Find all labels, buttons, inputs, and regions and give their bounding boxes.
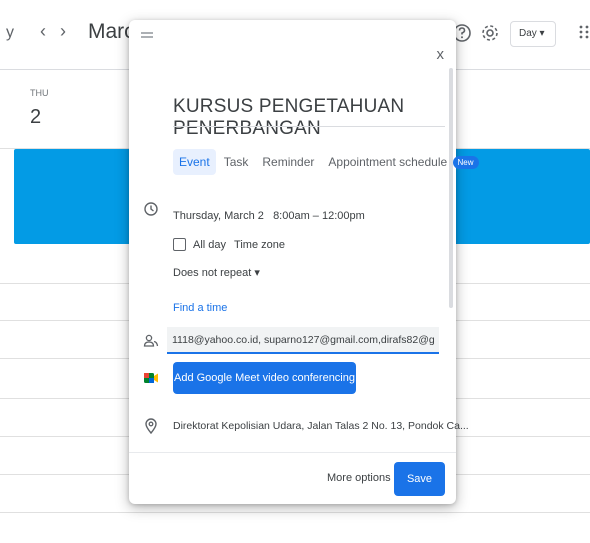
event-title-input[interactable]: KURSUS PENGETAHUAN PENERBANGAN [173,96,456,140]
tab-appointment-schedule[interactable]: Appointment schedule New [322,149,484,175]
calendar-app: y ‹ › March 2, 2023 Day ▾ THU 2 [0,0,590,543]
day-of-week: THU [30,88,49,98]
tab-appointment-label: Appointment schedule [328,154,448,169]
next-day-button[interactable]: › [60,21,66,42]
view-select[interactable]: Day ▾ [510,21,556,47]
all-day-row: All day Time zone [173,238,285,251]
grid-line [0,512,590,513]
clock-icon [143,201,159,217]
save-button[interactable]: Save [394,462,445,496]
location-pin-icon [143,418,159,435]
day-number[interactable]: 2 [30,106,41,129]
toolbar-edge-text: y [6,24,14,41]
tab-event[interactable]: Event [173,149,216,175]
event-date[interactable]: Thursday, March 2 [173,210,264,222]
drag-handle-icon[interactable] [140,27,154,38]
tab-task[interactable]: Task [218,149,255,175]
footer-divider [129,452,456,453]
add-google-meet-button[interactable]: Add Google Meet video conferencing [173,362,356,394]
repeat-select[interactable]: Does not repeat ▾ [173,266,260,279]
find-a-time-link[interactable]: Find a time [173,302,227,314]
event-time-range[interactable]: 8:00am – 12:00pm [273,210,365,222]
time-zone-link[interactable]: Time zone [234,239,285,251]
all-day-checkbox[interactable] [173,238,186,251]
location-field[interactable]: Direktorat Kepolisian Udara, Jalan Talas… [173,420,469,432]
event-dialog: x KURSUS PENGETAHUAN PENERBANGAN Event T… [129,20,479,504]
dialog-scrollbar[interactable] [449,68,453,308]
guests-input[interactable] [167,327,439,354]
people-icon [143,333,159,349]
all-day-label: All day [193,238,227,251]
gear-icon[interactable] [479,22,501,44]
prev-day-button[interactable]: ‹ [40,21,46,42]
title-underline [173,126,445,127]
tab-reminder[interactable]: Reminder [256,149,320,175]
google-meet-icon [143,370,159,386]
new-badge: New [452,156,479,170]
close-button[interactable]: x [437,46,445,63]
date-time-row: Thursday, March 2 8:00am – 12:00pm [173,210,365,222]
more-options-button[interactable]: More options [327,472,391,484]
event-type-tabs: Event Task Reminder Appointment schedule… [173,148,487,176]
apps-icon[interactable] [578,24,590,40]
